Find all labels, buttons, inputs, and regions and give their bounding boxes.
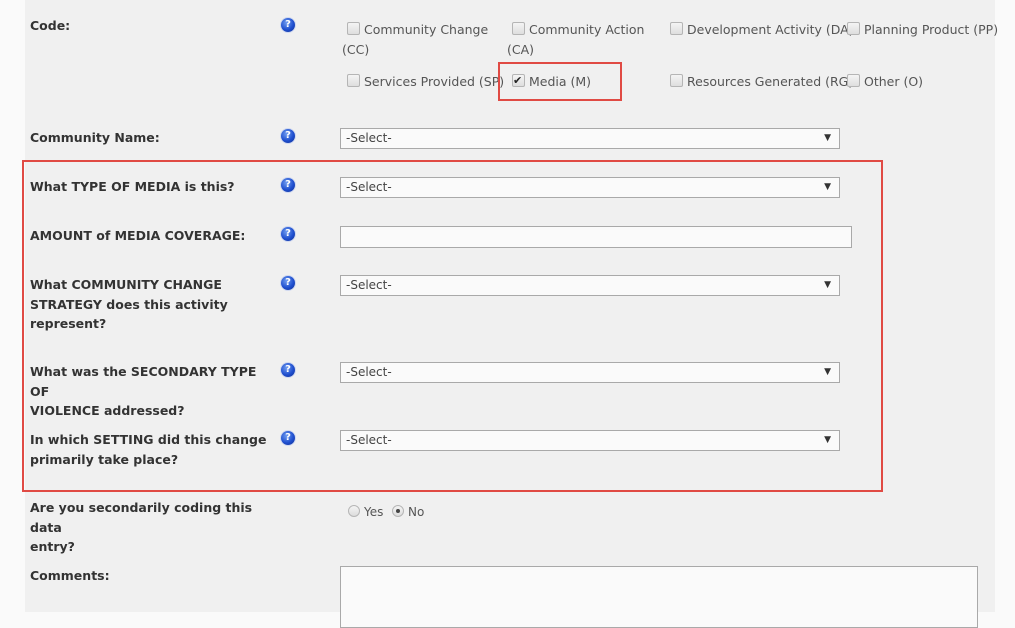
media-type-select[interactable]: -Select- ▼: [340, 177, 840, 198]
secondary-violence-select[interactable]: -Select- ▼: [340, 362, 840, 383]
dropdown-arrow-icon: ▼: [824, 367, 831, 377]
setting-select[interactable]: -Select- ▼: [340, 430, 840, 451]
checkbox-icon[interactable]: [347, 74, 360, 87]
help-icon[interactable]: ?: [281, 431, 295, 445]
help-icon[interactable]: ?: [281, 227, 295, 241]
community-name-select[interactable]: -Select- ▼: [340, 128, 840, 149]
checkbox-community-action[interactable]: Community Action (CA): [507, 20, 662, 60]
checkbox-community-change[interactable]: Community Change (CC): [342, 20, 497, 60]
radio-icon[interactable]: [348, 505, 360, 517]
dropdown-arrow-icon: ▼: [824, 182, 831, 192]
community-name-label: Community Name:: [30, 130, 160, 145]
checkbox-icon[interactable]: [670, 22, 683, 35]
help-icon[interactable]: ?: [281, 18, 295, 32]
checkbox-resources-generated[interactable]: Resources Generated (RG): [670, 72, 853, 92]
secondary-violence-label: What was the SECONDARY TYPE OF VIOLENCE …: [30, 364, 257, 418]
dropdown-arrow-icon: ▼: [824, 133, 831, 143]
checkbox-services-provided[interactable]: Services Provided (SP): [347, 72, 504, 92]
checkbox-development-activity[interactable]: Development Activity (DA): [670, 20, 854, 40]
checkbox-other[interactable]: Other (O): [847, 72, 923, 92]
checkbox-icon[interactable]: [847, 22, 860, 35]
comments-textarea[interactable]: [340, 566, 978, 628]
setting-label: In which SETTING did this change primari…: [30, 432, 267, 467]
radio-yes[interactable]: Yes: [348, 502, 383, 522]
radio-no[interactable]: No: [392, 502, 424, 522]
media-amount-label: AMOUNT of MEDIA COVERAGE:: [30, 228, 246, 243]
media-amount-input[interactable]: [340, 226, 852, 248]
strategy-label: What COMMUNITY CHANGE STRATEGY does this…: [30, 277, 228, 331]
media-highlight-annotation: [498, 62, 622, 101]
radio-selected-icon[interactable]: [392, 505, 404, 517]
checkbox-icon[interactable]: [847, 74, 860, 87]
help-icon[interactable]: ?: [281, 178, 295, 192]
checkbox-icon[interactable]: [347, 22, 360, 35]
checkbox-planning-product[interactable]: Planning Product (PP): [847, 20, 998, 40]
secondary-coding-label: Are you secondarily coding this data ent…: [30, 500, 253, 554]
strategy-select[interactable]: -Select- ▼: [340, 275, 840, 296]
help-icon[interactable]: ?: [281, 129, 295, 143]
code-label: Code:: [30, 18, 71, 33]
checkbox-icon[interactable]: [512, 22, 525, 35]
dropdown-arrow-icon: ▼: [824, 435, 831, 445]
media-type-label: What TYPE OF MEDIA is this?: [30, 179, 235, 194]
dropdown-arrow-icon: ▼: [824, 280, 831, 290]
help-icon[interactable]: ?: [281, 276, 295, 290]
checkbox-icon[interactable]: [670, 74, 683, 87]
comments-label: Comments:: [30, 568, 110, 583]
help-icon[interactable]: ?: [281, 363, 295, 377]
